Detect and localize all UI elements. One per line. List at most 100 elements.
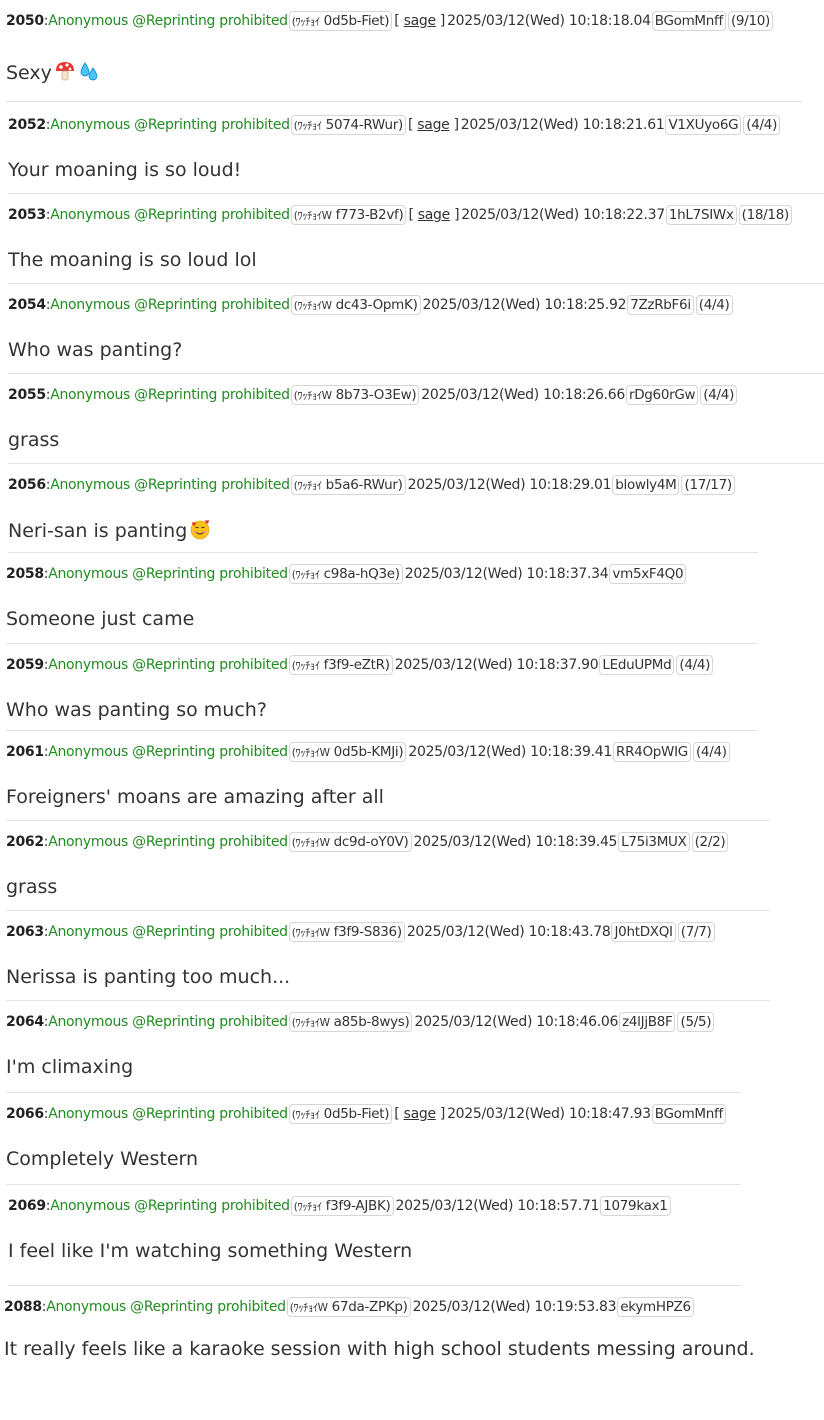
poster-tag[interactable]: (ﾜｯﾁｮｲW 8b73-O3Ew) bbox=[290, 385, 420, 405]
poster-id[interactable]: z4lJjB8F bbox=[619, 1012, 676, 1032]
poster-tag[interactable]: (ﾜｯﾁｮｲ c98a-hQ3e) bbox=[288, 564, 403, 584]
poster-id[interactable]: V1XUyo6G bbox=[665, 115, 742, 135]
post-header: 2052:Anonymous @Reprinting prohibited (ﾜｯ… bbox=[8, 115, 781, 135]
sage-link[interactable]: sage bbox=[418, 207, 450, 223]
post-number[interactable]: 2069 bbox=[8, 1196, 46, 1216]
poster-id[interactable]: RR4OpWIG bbox=[613, 742, 691, 762]
post-count[interactable]: (18/18) bbox=[738, 205, 792, 225]
post-count[interactable]: (4/4) bbox=[676, 655, 714, 675]
post-number[interactable]: 2058 bbox=[6, 564, 44, 584]
post-count[interactable]: (2/2) bbox=[691, 832, 729, 852]
post-body-text: Sexy bbox=[6, 62, 52, 84]
post-timestamp: 2025/03/12(Wed) 10:18:57.71 bbox=[395, 1198, 600, 1214]
poster-tag[interactable]: (ﾜｯﾁｮｲW f3f9-S836) bbox=[288, 922, 405, 942]
poster-tag-prefix: (ﾜｯﾁｮｲW bbox=[291, 927, 330, 939]
poster-id[interactable]: 1hL7SIWx bbox=[665, 205, 737, 225]
poster-tag-prefix: (ﾜｯﾁｮｲW bbox=[293, 300, 332, 312]
sage-marker: [ sage ] bbox=[408, 207, 460, 223]
post-number[interactable]: 2056 bbox=[8, 475, 46, 495]
post-timestamp: 2025/03/12(Wed) 10:19:53.83 bbox=[412, 1299, 617, 1315]
poster-id[interactable]: 1079kax1 bbox=[600, 1196, 671, 1216]
poster-tag[interactable]: (ﾜｯﾁｮｲ 0d5b-Fiet) bbox=[288, 1104, 393, 1124]
poster-tag-prefix: (ﾜｯﾁｮｲ bbox=[293, 480, 322, 492]
poster-id[interactable]: 7ZzRbF6i bbox=[627, 295, 694, 315]
poster-id[interactable]: rDg60rGw bbox=[625, 385, 699, 405]
poster-id[interactable]: ekymHPZ6 bbox=[617, 1297, 694, 1317]
poster-tag-code: f3f9-S836) bbox=[333, 924, 402, 940]
poster-id[interactable]: vm5xF4Q0 bbox=[609, 564, 687, 584]
post-count[interactable]: (4/4) bbox=[743, 115, 781, 135]
post: 2066:Anonymous @Reprinting prohibited (ﾜｯ… bbox=[6, 1093, 740, 1185]
poster-name: Anonymous @Reprinting prohibited bbox=[48, 834, 288, 850]
post-number[interactable]: 2061 bbox=[6, 742, 44, 762]
post-number[interactable]: 2052 bbox=[8, 115, 46, 135]
post-count[interactable]: (4/4) bbox=[695, 295, 733, 315]
post-number[interactable]: 2053 bbox=[8, 205, 46, 225]
poster-name: Anonymous @Reprinting prohibited bbox=[50, 477, 290, 493]
post-number[interactable]: 2066 bbox=[6, 1104, 44, 1124]
post-body: Someone just came bbox=[6, 607, 194, 631]
poster-tag[interactable]: (ﾜｯﾁｮｲW 67da-ZPKp) bbox=[286, 1297, 411, 1317]
poster-id[interactable]: BGomMnff bbox=[651, 11, 726, 31]
sage-link[interactable]: sage bbox=[404, 1106, 436, 1122]
post-number[interactable]: 2063 bbox=[6, 922, 44, 942]
poster-name: Anonymous @Reprinting prohibited bbox=[50, 297, 290, 313]
poster-tag[interactable]: (ﾜｯﾁｮｲ f3f9-AJBK) bbox=[290, 1196, 394, 1216]
poster-tag-code: c98a-hQ3e) bbox=[323, 566, 400, 582]
post-body: Your moaning is so loud! bbox=[8, 158, 241, 182]
post-number[interactable]: 2064 bbox=[6, 1012, 44, 1032]
post-header: 2064:Anonymous @Reprinting prohibited (ﾜｯ… bbox=[6, 1012, 715, 1032]
poster-tag[interactable]: (ﾜｯﾁｮｲW dc43-OpmK) bbox=[290, 295, 421, 315]
poster-tag[interactable]: (ﾜｯﾁｮｲW a85b-8wys) bbox=[288, 1012, 413, 1032]
post-count[interactable]: (4/4) bbox=[692, 742, 730, 762]
sage-link[interactable]: sage bbox=[404, 13, 436, 29]
poster-id[interactable]: J0htDXQI bbox=[611, 922, 676, 942]
poster-tag[interactable]: (ﾜｯﾁｮｲW dc9d-oY0V) bbox=[288, 832, 412, 852]
post-header: 2062:Anonymous @Reprinting prohibited (ﾜｯ… bbox=[6, 832, 729, 852]
sage-marker: [ sage ] bbox=[394, 13, 446, 29]
post-number[interactable]: 2059 bbox=[6, 655, 44, 675]
post-timestamp: 2025/03/12(Wed) 10:18:39.45 bbox=[413, 834, 618, 850]
post-header: 2059:Anonymous @Reprinting prohibited (ﾜｯ… bbox=[6, 655, 714, 675]
post-count[interactable]: (5/5) bbox=[677, 1012, 715, 1032]
poster-tag-prefix: (ﾜｯﾁｮｲW bbox=[293, 390, 332, 402]
poster-tag[interactable]: (ﾜｯﾁｮｲ b5a6-RWur) bbox=[290, 475, 406, 495]
poster-tag[interactable]: (ﾜｯﾁｮｲW f773-B2vf) bbox=[290, 205, 407, 225]
post-body: I'm climaxing bbox=[6, 1055, 133, 1079]
poster-tag[interactable]: (ﾜｯﾁｮｲ 5074-RWur) bbox=[290, 115, 406, 135]
post-header: 2063:Anonymous @Reprinting prohibited (ﾜｯ… bbox=[6, 922, 716, 942]
poster-tag[interactable]: (ﾜｯﾁｮｲW 0d5b-KMJi) bbox=[288, 742, 407, 762]
poster-tag-code: f3f9-eZtR) bbox=[323, 657, 390, 673]
poster-tag[interactable]: (ﾜｯﾁｮｲ 0d5b-Fiet) bbox=[288, 11, 393, 31]
poster-tag-prefix: (ﾜｯﾁｮｲ bbox=[293, 1201, 322, 1213]
poster-id[interactable]: L75i3MUX bbox=[618, 832, 690, 852]
post: 2050:Anonymous @Reprinting prohibited (ﾜｯ… bbox=[6, 0, 802, 102]
poster-tag-code: dc43-OpmK) bbox=[335, 297, 418, 313]
post-body-text: Your moaning is so loud! bbox=[8, 159, 242, 181]
poster-name: Anonymous @Reprinting prohibited bbox=[48, 744, 288, 760]
poster-name: Anonymous @Reprinting prohibited bbox=[50, 117, 290, 133]
post-number[interactable]: 2062 bbox=[6, 832, 44, 852]
post-body-text: The moaning is so loud lol bbox=[8, 249, 257, 271]
poster-id[interactable]: blowly4M bbox=[612, 475, 680, 495]
post-count[interactable]: (9/10) bbox=[727, 11, 773, 31]
post-timestamp: 2025/03/12(Wed) 10:18:43.78 bbox=[406, 924, 611, 940]
post-number[interactable]: 2055 bbox=[8, 385, 46, 405]
post-number[interactable]: 2050 bbox=[6, 11, 44, 31]
post-count[interactable]: (7/7) bbox=[677, 922, 715, 942]
post-body: Neri-san is panting bbox=[8, 518, 211, 546]
poster-tag[interactable]: (ﾜｯﾁｮｲ f3f9-eZtR) bbox=[288, 655, 393, 675]
post-body: Foreigners' moans are amazing after all bbox=[6, 785, 384, 809]
sage-link[interactable]: sage bbox=[417, 117, 449, 133]
post-number[interactable]: 2088 bbox=[4, 1297, 42, 1317]
poster-id[interactable]: BGomMnff bbox=[651, 1104, 726, 1124]
post-count[interactable]: (4/4) bbox=[700, 385, 738, 405]
poster-name: Anonymous @Reprinting prohibited bbox=[48, 1106, 288, 1122]
sage-marker: [ sage ] bbox=[407, 117, 459, 133]
post-header: 2061:Anonymous @Reprinting prohibited (ﾜｯ… bbox=[6, 742, 731, 762]
poster-tag-code: 5074-RWur) bbox=[325, 117, 404, 133]
post-number[interactable]: 2054 bbox=[8, 295, 46, 315]
post-count[interactable]: (17/17) bbox=[681, 475, 735, 495]
post: 2069:Anonymous @Reprinting prohibited (ﾜｯ… bbox=[8, 1185, 742, 1286]
poster-id[interactable]: LEduUPMd bbox=[599, 655, 675, 675]
